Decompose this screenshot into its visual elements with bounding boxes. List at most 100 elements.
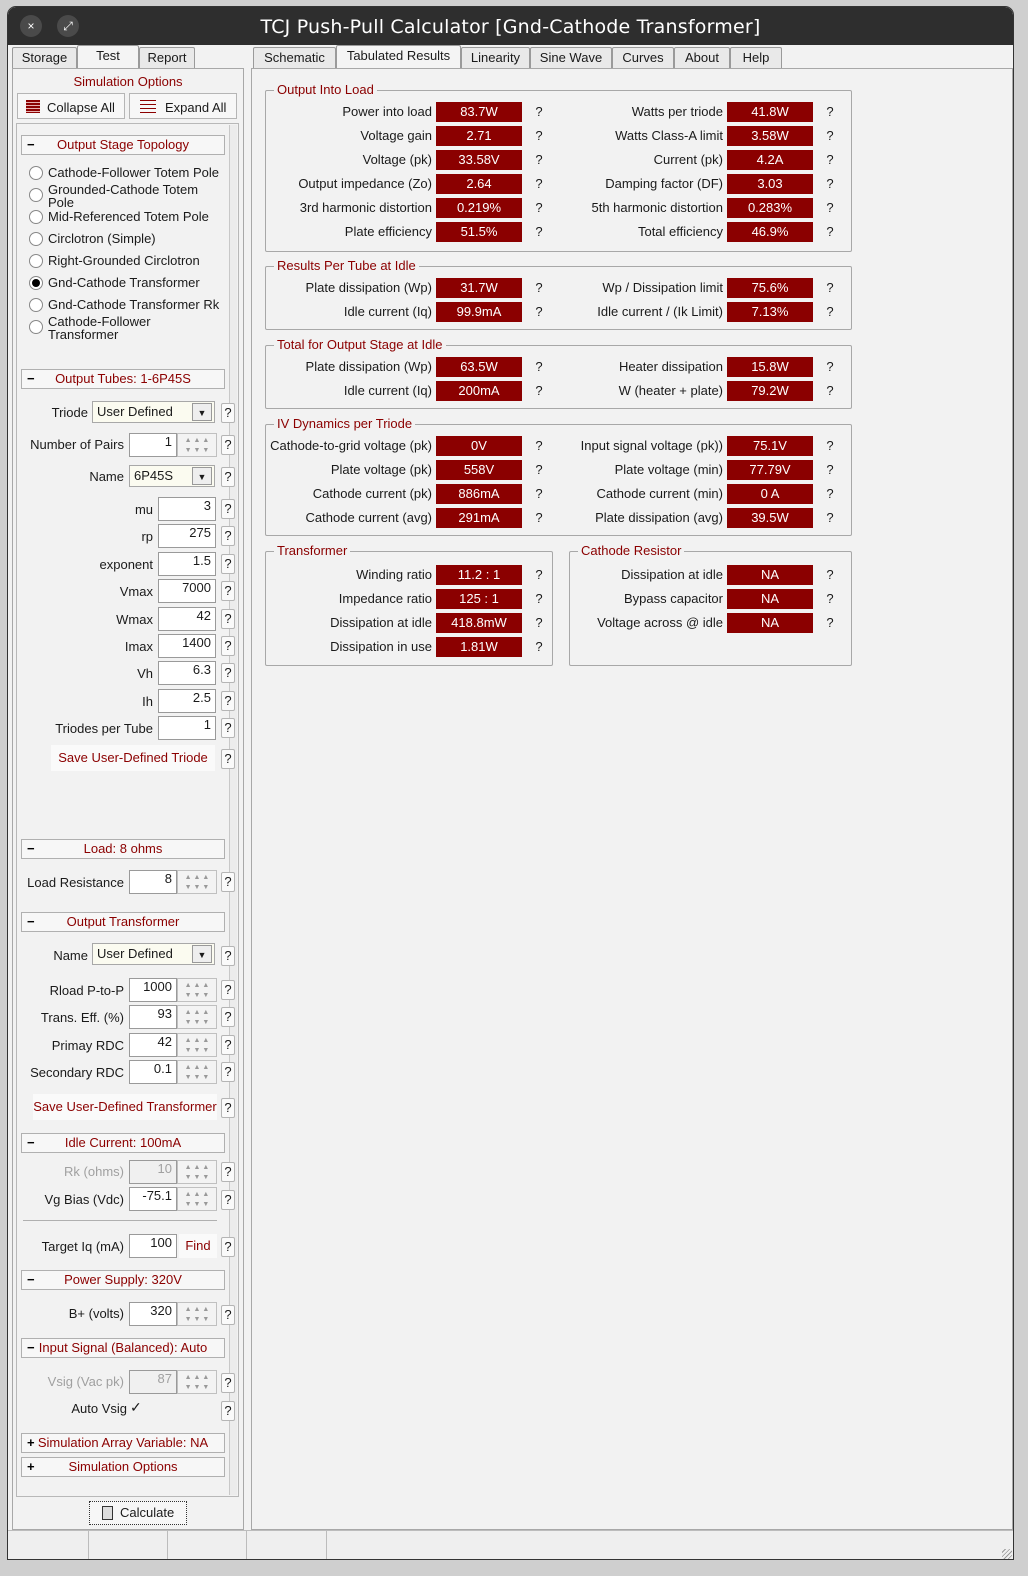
help-button[interactable]: ? (221, 1035, 235, 1055)
vsig-stepper[interactable]: ▲ ▲ ▲ ▼ ▼ ▼ (177, 1370, 217, 1394)
tubes-section-header[interactable]: − Output Tubes: 1-6P45S (21, 369, 225, 389)
tab-help[interactable]: Help (730, 47, 782, 68)
help-icon[interactable]: ? (824, 438, 836, 453)
topology-radio[interactable] (29, 298, 43, 312)
help-button[interactable]: ? (221, 581, 235, 601)
tube-param-input[interactable]: 42 (158, 607, 216, 631)
vsig-input[interactable]: 87 (129, 1370, 177, 1394)
tube-param-input[interactable]: 2.5 (158, 689, 216, 713)
transformer-param-stepper[interactable]: ▲ ▲ ▲ ▼ ▼ ▼ (177, 1060, 217, 1084)
collapse-all-button[interactable]: Collapse All (17, 93, 125, 119)
help-icon[interactable]: ? (824, 359, 836, 374)
help-button[interactable]: ? (221, 1237, 235, 1257)
transformer-name-select[interactable]: User Defined ▼ (92, 943, 215, 965)
tab-about[interactable]: About (674, 47, 730, 68)
help-button[interactable]: ? (221, 749, 235, 769)
help-button[interactable]: ? (221, 609, 235, 629)
tube-param-input[interactable]: 275 (158, 524, 216, 548)
help-button[interactable]: ? (221, 718, 235, 738)
sim-array-section-header[interactable]: + Simulation Array Variable: NA (21, 1433, 225, 1453)
help-button[interactable]: ? (221, 499, 235, 519)
help-button[interactable]: ? (221, 554, 235, 574)
topology-option-label[interactable]: Circlotron (Simple) (48, 232, 228, 245)
topology-radio[interactable] (29, 210, 43, 224)
tab-storage[interactable]: Storage (12, 47, 77, 68)
tube-param-input[interactable]: 7000 (158, 579, 216, 603)
triode-select[interactable]: User Defined ▼ (92, 401, 215, 423)
tube-param-input[interactable]: 6.3 (158, 661, 216, 685)
power-section-header[interactable]: − Power Supply: 320V (21, 1270, 225, 1290)
pairs-stepper[interactable]: ▲ ▲ ▲ ▼ ▼ ▼ (177, 433, 217, 457)
auto-vsig-checkbox[interactable]: ✓ (130, 1400, 144, 1414)
tube-name-select[interactable]: 6P45S ▼ (129, 465, 215, 487)
save-transformer-button[interactable]: Save User-Defined Transformer (33, 1094, 217, 1120)
target-iq-input[interactable]: 100 (129, 1234, 177, 1258)
resize-grip-icon[interactable] (1002, 1549, 1012, 1559)
topology-radio[interactable] (29, 166, 43, 180)
help-button[interactable]: ? (221, 691, 235, 711)
vg-bias-input[interactable]: -75.1 (129, 1187, 177, 1211)
help-button[interactable]: ? (221, 1007, 235, 1027)
bplus-input[interactable]: 320 (129, 1302, 177, 1326)
load-resistance-input[interactable]: 8 (129, 870, 177, 894)
topology-radio[interactable] (29, 276, 43, 290)
topology-option-label[interactable]: Right-Grounded Circlotron (48, 254, 228, 267)
input-signal-section-header[interactable]: − Input Signal (Balanced): Auto (21, 1338, 225, 1358)
vg-bias-stepper[interactable]: ▲ ▲ ▲ ▼ ▼ ▼ (177, 1187, 217, 1211)
topology-option-label[interactable]: Cathode-Follower Transformer (48, 315, 228, 341)
topology-option-label[interactable]: Mid-Referenced Totem Pole (48, 210, 228, 223)
tab-schematic[interactable]: Schematic (253, 47, 336, 68)
help-button[interactable]: ? (221, 526, 235, 546)
help-button[interactable]: ? (221, 636, 235, 656)
help-icon[interactable]: ? (533, 615, 545, 630)
help-button[interactable]: ? (221, 872, 235, 892)
topology-radio[interactable] (29, 232, 43, 246)
tube-param-input[interactable]: 1.5 (158, 552, 216, 576)
help-icon[interactable]: ? (824, 383, 836, 398)
transformer-section-header[interactable]: − Output Transformer (21, 912, 225, 932)
tab-sine-wave[interactable]: Sine Wave (530, 47, 612, 68)
transformer-param-stepper[interactable]: ▲ ▲ ▲ ▼ ▼ ▼ (177, 978, 217, 1002)
idle-section-header[interactable]: − Idle Current: 100mA (21, 1133, 225, 1153)
help-icon[interactable]: ? (824, 152, 836, 167)
tube-param-input[interactable]: 1400 (158, 634, 216, 658)
topology-section-header[interactable]: − Output Stage Topology (21, 135, 225, 155)
transformer-param-stepper[interactable]: ▲ ▲ ▲ ▼ ▼ ▼ (177, 1033, 217, 1057)
help-button[interactable]: ? (221, 1373, 235, 1393)
topology-radio[interactable] (29, 254, 43, 268)
help-icon[interactable]: ? (824, 224, 836, 239)
tube-param-input[interactable]: 3 (158, 497, 216, 521)
help-icon[interactable]: ? (824, 304, 836, 319)
help-icon[interactable]: ? (824, 510, 836, 525)
help-icon[interactable]: ? (533, 639, 545, 654)
topology-option-label[interactable]: Grounded-Cathode Totem Pole (48, 183, 228, 209)
topology-option-label[interactable]: Gnd-Cathode Transformer (48, 276, 228, 289)
transformer-param-input[interactable]: 1000 (129, 978, 177, 1002)
help-icon[interactable]: ? (824, 104, 836, 119)
transformer-param-stepper[interactable]: ▲ ▲ ▲ ▼ ▼ ▼ (177, 1005, 217, 1029)
rk-stepper[interactable]: ▲ ▲ ▲ ▼ ▼ ▼ (177, 1160, 217, 1184)
expand-all-button[interactable]: Expand All (129, 93, 237, 119)
help-button[interactable]: ? (221, 1162, 235, 1182)
help-button[interactable]: ? (221, 467, 235, 487)
help-button[interactable]: ? (221, 435, 235, 455)
save-triode-button[interactable]: Save User-Defined Triode (51, 745, 215, 771)
load-section-header[interactable]: − Load: 8 ohms (21, 839, 225, 859)
sim-options-section-header[interactable]: + Simulation Options (21, 1457, 225, 1477)
help-icon[interactable]: ? (824, 567, 836, 582)
help-icon[interactable]: ? (533, 591, 545, 606)
help-button[interactable]: ? (221, 1098, 235, 1118)
help-icon[interactable]: ? (533, 567, 545, 582)
tab-linearity[interactable]: Linearity (461, 47, 530, 68)
pairs-input[interactable]: 1 (129, 433, 177, 457)
help-button[interactable]: ? (221, 980, 235, 1000)
help-icon[interactable]: ? (824, 128, 836, 143)
help-button[interactable]: ? (221, 1190, 235, 1210)
calculate-button[interactable]: Calculate (89, 1501, 187, 1525)
transformer-param-input[interactable]: 0.1 (129, 1060, 177, 1084)
topology-option-label[interactable]: Cathode-Follower Totem Pole (48, 166, 228, 179)
help-icon[interactable]: ? (824, 486, 836, 501)
tube-param-input[interactable]: 1 (158, 716, 216, 740)
rk-input[interactable]: 10 (129, 1160, 177, 1184)
help-icon[interactable]: ? (824, 462, 836, 477)
